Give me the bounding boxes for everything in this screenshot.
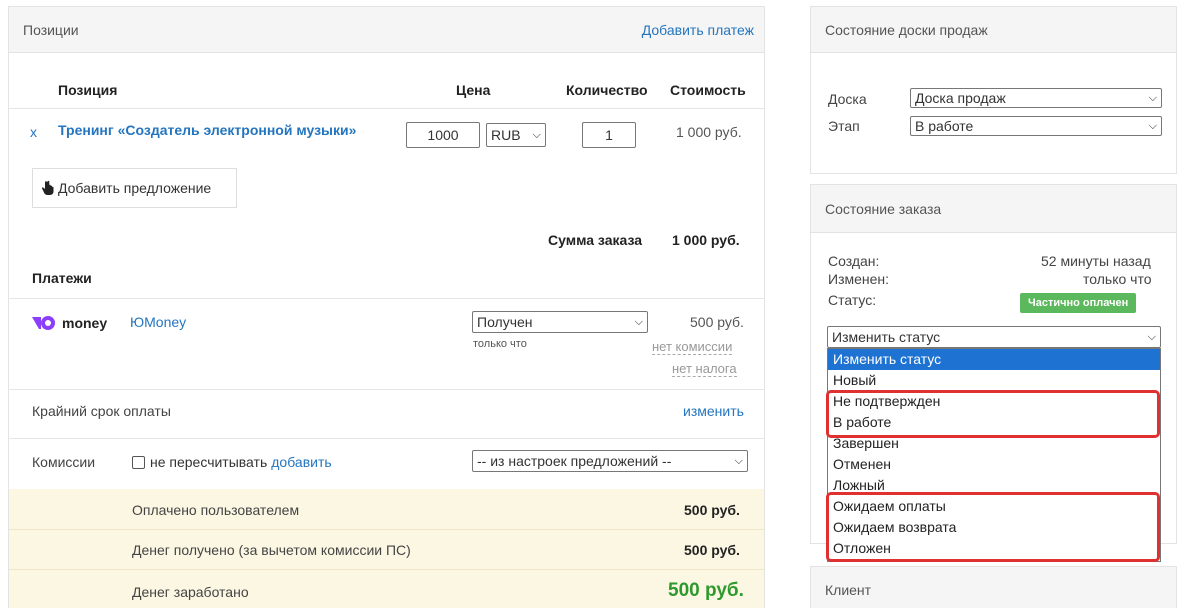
status-badge: Частично оплачен [1020,293,1137,313]
commission-source-select[interactable]: -- из настроек предложений -- ⌵ [472,450,748,472]
payment-status-value: Получен [477,314,533,330]
board-header: Состояние доски продаж [811,7,1176,53]
payment-amount: 500 руб. [690,314,744,330]
payment-time: только что [473,338,527,350]
add-commission-link[interactable]: добавить [271,454,331,470]
price-input[interactable]: 1000 [406,122,480,148]
col-header-cost: Стоимость [670,82,746,98]
col-header-price: Цена [456,82,491,98]
divider [9,569,764,570]
order-title: Состояние заказа [825,200,942,217]
highlight-box [826,492,1160,562]
col-header-position: Позиция [58,82,118,98]
hand-pointer-icon [41,180,54,195]
paid-value: 500 руб. [684,502,740,518]
item-name-link[interactable]: Тренинг «Создатель электронной музыки» [58,122,356,138]
changed-label: Изменен: [828,271,890,287]
changed-value: только что [1083,271,1152,287]
add-offer-label: Добавить предложение [58,180,212,196]
currency-select[interactable]: RUB ⌵ [486,123,546,147]
chevron-down-icon: ⌵ [1148,119,1157,132]
chevron-down-icon: ⌵ [1147,330,1156,343]
chevron-down-icon: ⌵ [734,454,743,467]
change-status-value: Изменить статус [832,329,941,345]
yoomoney-logo: money [32,315,107,331]
provider-link[interactable]: ЮMoney [130,314,186,330]
stage-select[interactable]: В работе ⌵ [910,116,1162,136]
board-title: Состояние доски продаж [825,21,988,38]
created-label: Создан: [828,253,880,269]
received-label: Денег получено (за вычетом комиссии ПС) [132,542,411,558]
board-select[interactable]: Доска продаж ⌵ [910,88,1162,108]
add-offer-button[interactable]: Добавить предложение [32,168,237,208]
recalc-label: не пересчитывать [150,454,268,470]
currency-value: RUB [491,127,521,143]
add-payment-link[interactable]: Добавить платеж [642,22,754,38]
chevron-down-icon: ⌵ [634,315,643,328]
divider [8,389,765,390]
remove-item-button[interactable]: x [30,124,37,140]
recalc-checkbox-row: не пересчитывать добавить [132,454,332,470]
positions-header: Позиции Добавить платеж [9,7,764,53]
status-label: Статус: [828,292,877,308]
recalc-checkbox[interactable] [132,455,145,469]
highlight-box [826,390,1160,438]
status-option[interactable]: Новый [828,370,1160,391]
received-value: 500 руб. [684,542,740,558]
earned-label: Денег заработано [132,584,249,600]
client-title: Клиент [825,581,872,598]
order-header: Состояние заказа [811,185,1176,233]
change-status-select[interactable]: Изменить статус ⌵ [827,326,1161,348]
earned-value: 500 руб. [668,580,744,601]
stage-label: Этап [828,118,860,134]
yoomoney-icon [32,316,55,330]
no-commission-link[interactable]: нет комиссии [652,339,733,355]
status-option[interactable]: Отменен [828,454,1160,475]
brand-text: money [62,315,108,331]
paid-label: Оплачено пользователем [132,502,300,518]
board-select-value: Доска продаж [915,90,1006,106]
deadline-label: Крайний срок оплаты [32,403,171,419]
order-sum-label: Сумма заказа [548,232,643,248]
commissions-label: Комиссии [32,454,96,470]
divider [8,438,765,439]
client-header: Клиент [811,567,1176,608]
deadline-change-link[interactable]: изменить [683,403,744,419]
commission-source-value: -- из настроек предложений -- [477,453,672,469]
created-value: 52 минуты назад [1041,253,1151,269]
divider [8,298,765,299]
board-label: Доска [828,91,867,107]
stage-select-value: В работе [915,118,974,134]
chevron-down-icon: ⌵ [532,128,541,141]
payments-title: Платежи [32,270,92,286]
status-option[interactable]: Изменить статус [828,349,1160,370]
payment-status-select[interactable]: Получен ⌵ [472,311,648,333]
col-header-qty: Количество [566,82,648,98]
positions-title: Позиции [23,21,79,38]
divider [8,108,765,109]
divider [9,529,764,530]
qty-input[interactable]: 1 [582,122,636,148]
client-panel: Клиент [810,566,1177,608]
item-cost: 1 000 руб. [676,124,742,140]
no-tax-link[interactable]: нет налога [672,361,737,377]
chevron-down-icon: ⌵ [1148,91,1157,104]
order-sum-value: 1 000 руб. [672,232,740,248]
